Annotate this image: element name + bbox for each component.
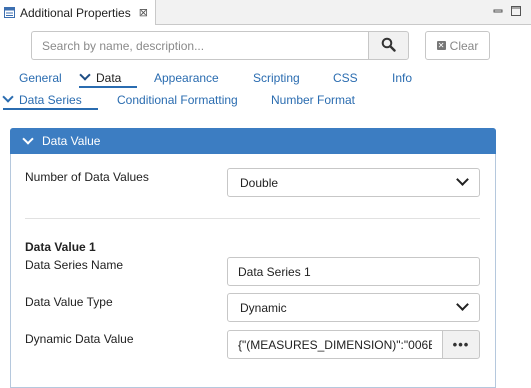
number-of-data-values-select[interactable]: Double — [227, 168, 480, 197]
data-value-type-select[interactable]: Dynamic — [227, 293, 480, 322]
tab-appearance[interactable]: Appearance — [154, 71, 219, 85]
data-value-type-value: Dynamic — [240, 300, 287, 315]
subtab-conditional-formatting[interactable]: Conditional Formatting — [117, 93, 238, 107]
tab-general[interactable]: General — [19, 71, 62, 85]
search-button[interactable] — [368, 31, 409, 60]
maximize-icon[interactable] — [509, 4, 523, 18]
chevron-down-icon — [456, 298, 469, 311]
search-icon — [381, 37, 396, 55]
tab-data-underline — [79, 86, 137, 88]
data-value-panel-header[interactable]: Data Value — [10, 128, 496, 154]
clear-icon: ✕ — [436, 41, 446, 50]
subtab-data-series-underline — [3, 108, 98, 110]
chevron-down-icon — [2, 91, 14, 103]
clear-label: Clear — [449, 38, 479, 53]
tab-scripting[interactable]: Scripting — [253, 71, 300, 85]
data-value-section-title: Data Value 1 — [25, 240, 96, 254]
tab-css[interactable]: CSS — [333, 71, 358, 85]
view-tab[interactable]: Additional Properties ⊠ — [0, 0, 156, 25]
tab-info[interactable]: Info — [392, 71, 412, 85]
tab-data[interactable]: Data — [79, 69, 121, 85]
subtab-data-series[interactable]: Data Series — [2, 91, 82, 107]
chevron-down-icon — [22, 133, 34, 145]
data-value-type-label: Data Value Type — [25, 295, 113, 309]
subtab-number-format[interactable]: Number Format — [271, 93, 355, 107]
dynamic-data-value-input[interactable] — [227, 330, 443, 359]
number-of-data-values-label: Number of Data Values — [25, 170, 149, 184]
clear-button[interactable]: ✕ Clear — [425, 31, 490, 60]
properties-icon — [4, 7, 15, 18]
number-of-data-values-value: Double — [240, 175, 279, 190]
view-title: Additional Properties — [20, 5, 131, 20]
search-input[interactable] — [31, 31, 369, 60]
dynamic-data-value-browse-button[interactable]: ••• — [442, 330, 480, 359]
close-icon[interactable]: ⊠ — [139, 6, 148, 19]
minimize-icon[interactable] — [491, 4, 505, 18]
data-series-name-label: Data Series Name — [25, 258, 124, 272]
chevron-down-icon — [456, 173, 469, 186]
ellipsis-icon: ••• — [452, 337, 470, 352]
data-series-name-input[interactable] — [227, 257, 480, 286]
chevron-down-icon — [79, 69, 91, 81]
dynamic-data-value-label: Dynamic Data Value — [25, 332, 134, 346]
section-divider — [25, 218, 480, 219]
panel-title: Data Value — [42, 134, 101, 148]
